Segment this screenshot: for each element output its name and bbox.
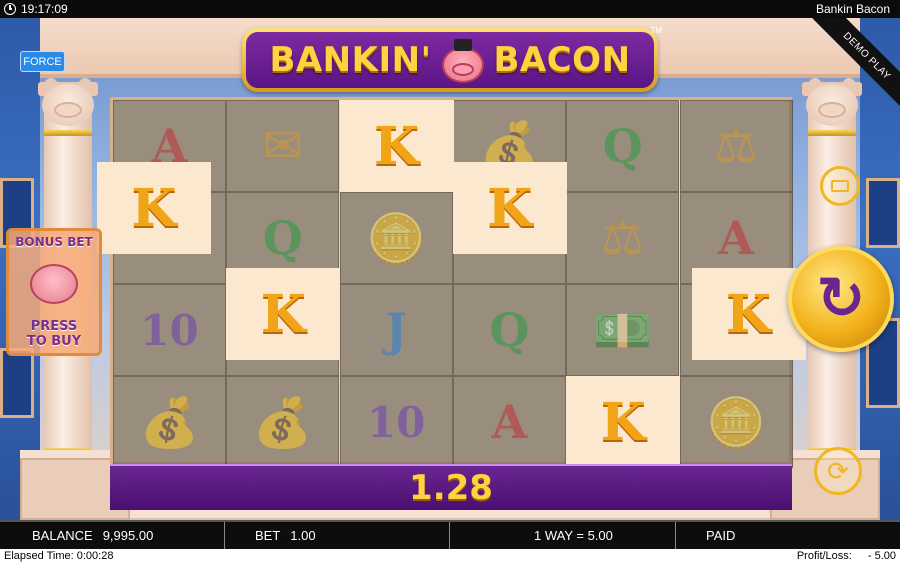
bet-cell: BET 1.00 — [225, 522, 450, 549]
piggy-bank-icon — [30, 264, 78, 304]
pig-logo-icon — [438, 39, 488, 85]
pig-coin-icon: 🪙 — [706, 396, 766, 450]
cheque-icon: ✉ — [262, 120, 303, 173]
clock-icon — [4, 3, 16, 15]
balance-value: 9,995.00 — [102, 528, 154, 543]
profit-value: - 5.00 — [867, 550, 896, 562]
reel-cell: 💵 — [566, 284, 680, 376]
symbol-j: J — [385, 303, 407, 357]
treasure-chest-icon: 💰 — [139, 396, 200, 450]
ways-cell: 1 WAY = 5.00 — [450, 522, 676, 549]
pig-statue-icon — [800, 76, 864, 136]
bet-cash-icon[interactable] — [820, 166, 860, 206]
pig-statue-icon — [36, 76, 100, 136]
reel-cell: 10 — [113, 284, 226, 376]
symbol-10: 10 — [366, 397, 426, 447]
force-button[interactable]: FORCE — [20, 51, 65, 72]
bonus-bet-title: BONUS BET — [15, 235, 93, 249]
bet-value: 1.00 — [290, 528, 316, 543]
session-footer: Elapsed Time: 0:00:28 Profit/Loss: - 5.0… — [0, 549, 900, 563]
symbol-k-label: K — [131, 177, 177, 239]
spin-arrow-icon: ↻ — [816, 266, 866, 331]
logo-word-bacon: BACON — [493, 40, 631, 80]
symbol-q: Q — [262, 211, 303, 265]
top-hat-icon — [453, 39, 472, 51]
symbol-k-label: K — [373, 115, 420, 177]
ways-value: 1 WAY = 5.00 — [534, 528, 613, 543]
scales-icon: ⚖ — [601, 212, 645, 265]
trademark: TM — [650, 26, 662, 35]
game-scene: BANKIN' BACON TM 🪙 A ⚖ 💵 ⚖ Q A Q 💰 10 J 🪙 💰 Q ✉ 💰 10 A K K K… — [0, 18, 900, 520]
symbol-q: Q — [602, 119, 643, 173]
autoplay-icon[interactable]: ⟳ — [814, 447, 862, 495]
winning-symbol-k: K — [339, 100, 454, 192]
winning-symbol-k: K — [691, 268, 806, 360]
reel-cell: 🪙 — [679, 376, 793, 468]
pig-snout — [54, 102, 82, 118]
reel-cell: A — [452, 376, 566, 468]
profit-label: Profit/Loss: — [796, 550, 852, 562]
status-time: 19:17:09 — [21, 2, 68, 16]
symbol-k-label: K — [260, 283, 306, 345]
press-line: PRESS — [30, 319, 78, 334]
building-window — [866, 178, 900, 248]
paid-cell: PAID — [676, 522, 900, 549]
reel-cell: ✉ — [226, 100, 340, 192]
symbol-k-label: K — [725, 283, 772, 345]
reel-cell: 10 — [339, 376, 453, 468]
reel-cell: Q — [452, 284, 566, 376]
game-logo: BANKIN' BACON TM — [242, 26, 662, 92]
cash-note-shape — [831, 180, 849, 192]
winning-symbol-k: K — [97, 162, 211, 254]
pig-snout — [451, 63, 474, 76]
paid-label: PAID — [706, 528, 736, 543]
profit-loss: Profit/Loss: - 5.00 — [797, 550, 896, 562]
reel-cell: J — [339, 284, 453, 376]
symbol-a: A — [491, 395, 528, 449]
symbol-a: A — [718, 211, 754, 265]
bet-label: BET — [255, 528, 281, 543]
game-name: Bankin Bacon — [815, 2, 890, 16]
cash-stack-icon: 💵 — [592, 304, 653, 358]
pig-coin-icon: 🪙 — [366, 212, 426, 266]
spin-button[interactable]: ↻ — [788, 246, 894, 352]
game-logo-inner: BANKIN' BACON — [246, 32, 654, 88]
win-bar: 1.28 — [110, 464, 792, 510]
reel-cell: 🪙 — [339, 192, 453, 284]
reel-cell: Q — [566, 100, 680, 192]
winning-symbol-k: K — [226, 268, 341, 360]
reel-cell: ⚖ — [679, 100, 793, 192]
building-window — [0, 348, 34, 418]
reel-cell: ⚖ — [566, 192, 680, 284]
winning-symbol-k: K — [566, 376, 681, 468]
symbol-q: Q — [489, 303, 530, 357]
symbol-10: 10 — [140, 305, 199, 355]
winning-symbol-k: K — [452, 162, 567, 254]
symbol-k-label: K — [600, 391, 646, 453]
scales-icon: ⚖ — [714, 120, 758, 173]
to-buy-line: TO BUY — [26, 334, 82, 349]
status-bar-left: 19:17:09 — [4, 2, 68, 16]
info-bar: BALANCE 9,995.00 BET 1.00 1 WAY = 5.00 P… — [0, 520, 900, 549]
symbol-k-label: K — [487, 177, 533, 239]
balance-label: BALANCE — [32, 528, 93, 543]
win-amount: 1.28 — [409, 468, 493, 508]
reel-cell: 💰 — [226, 376, 340, 468]
logo-word-bankin: BANKIN' — [269, 40, 432, 80]
reel-grid: 🪙 A ⚖ 💵 ⚖ Q A Q 💰 10 J 🪙 💰 Q ✉ 💰 10 A K K K K K K — [97, 97, 806, 468]
elapsed-time: Elapsed Time: 0:00:28 — [4, 550, 114, 562]
bonus-bet-button[interactable]: BONUS BET PRESS TO BUY — [6, 228, 102, 356]
status-bar: 19:17:09 Bankin Bacon — [0, 0, 900, 18]
reel-cell: 💰 — [113, 376, 226, 468]
press-to-buy-label: PRESS TO BUY — [27, 319, 81, 349]
pig-snout — [818, 102, 846, 118]
balance-cell: BALANCE 9,995.00 — [0, 522, 225, 549]
treasure-chest-icon: 💰 — [252, 396, 313, 450]
